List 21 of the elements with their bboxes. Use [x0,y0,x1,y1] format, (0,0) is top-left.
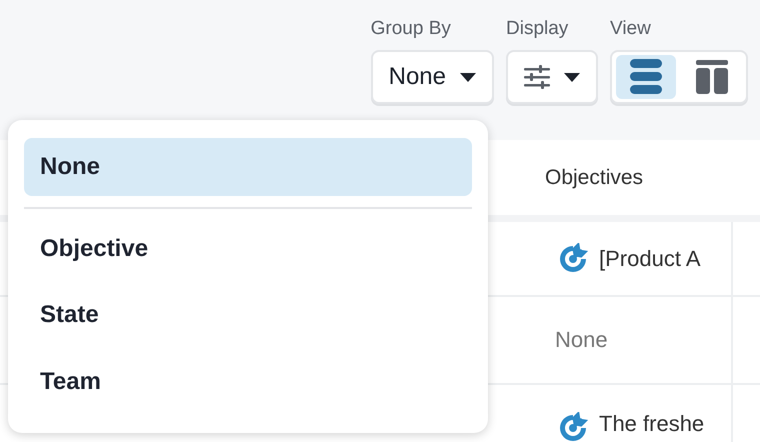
menu-item[interactable]: Objective [24,216,472,282]
group-by-dropdown[interactable]: None [370,50,494,104]
menu-item[interactable]: State [24,282,472,349]
display-label: Display [506,17,570,41]
target-icon [557,242,589,274]
group-by-label: Group By [370,17,452,41]
menu-item[interactable]: Team [24,348,472,415]
view-label: View [610,17,652,41]
column-header: Objectives [545,166,644,190]
menu-item[interactable]: None [24,138,472,196]
caret-icon [460,72,476,82]
view-option[interactable] [616,55,676,99]
objective-text: The freshe [599,412,704,436]
display-button[interactable] [506,50,598,104]
objective-text: [Product A [599,246,701,270]
target-icon [557,412,589,442]
list-icon [630,59,662,95]
sliders-icon [524,65,550,89]
board-icon [696,60,728,94]
objective-text: None [555,328,608,352]
caret-icon [564,72,580,82]
